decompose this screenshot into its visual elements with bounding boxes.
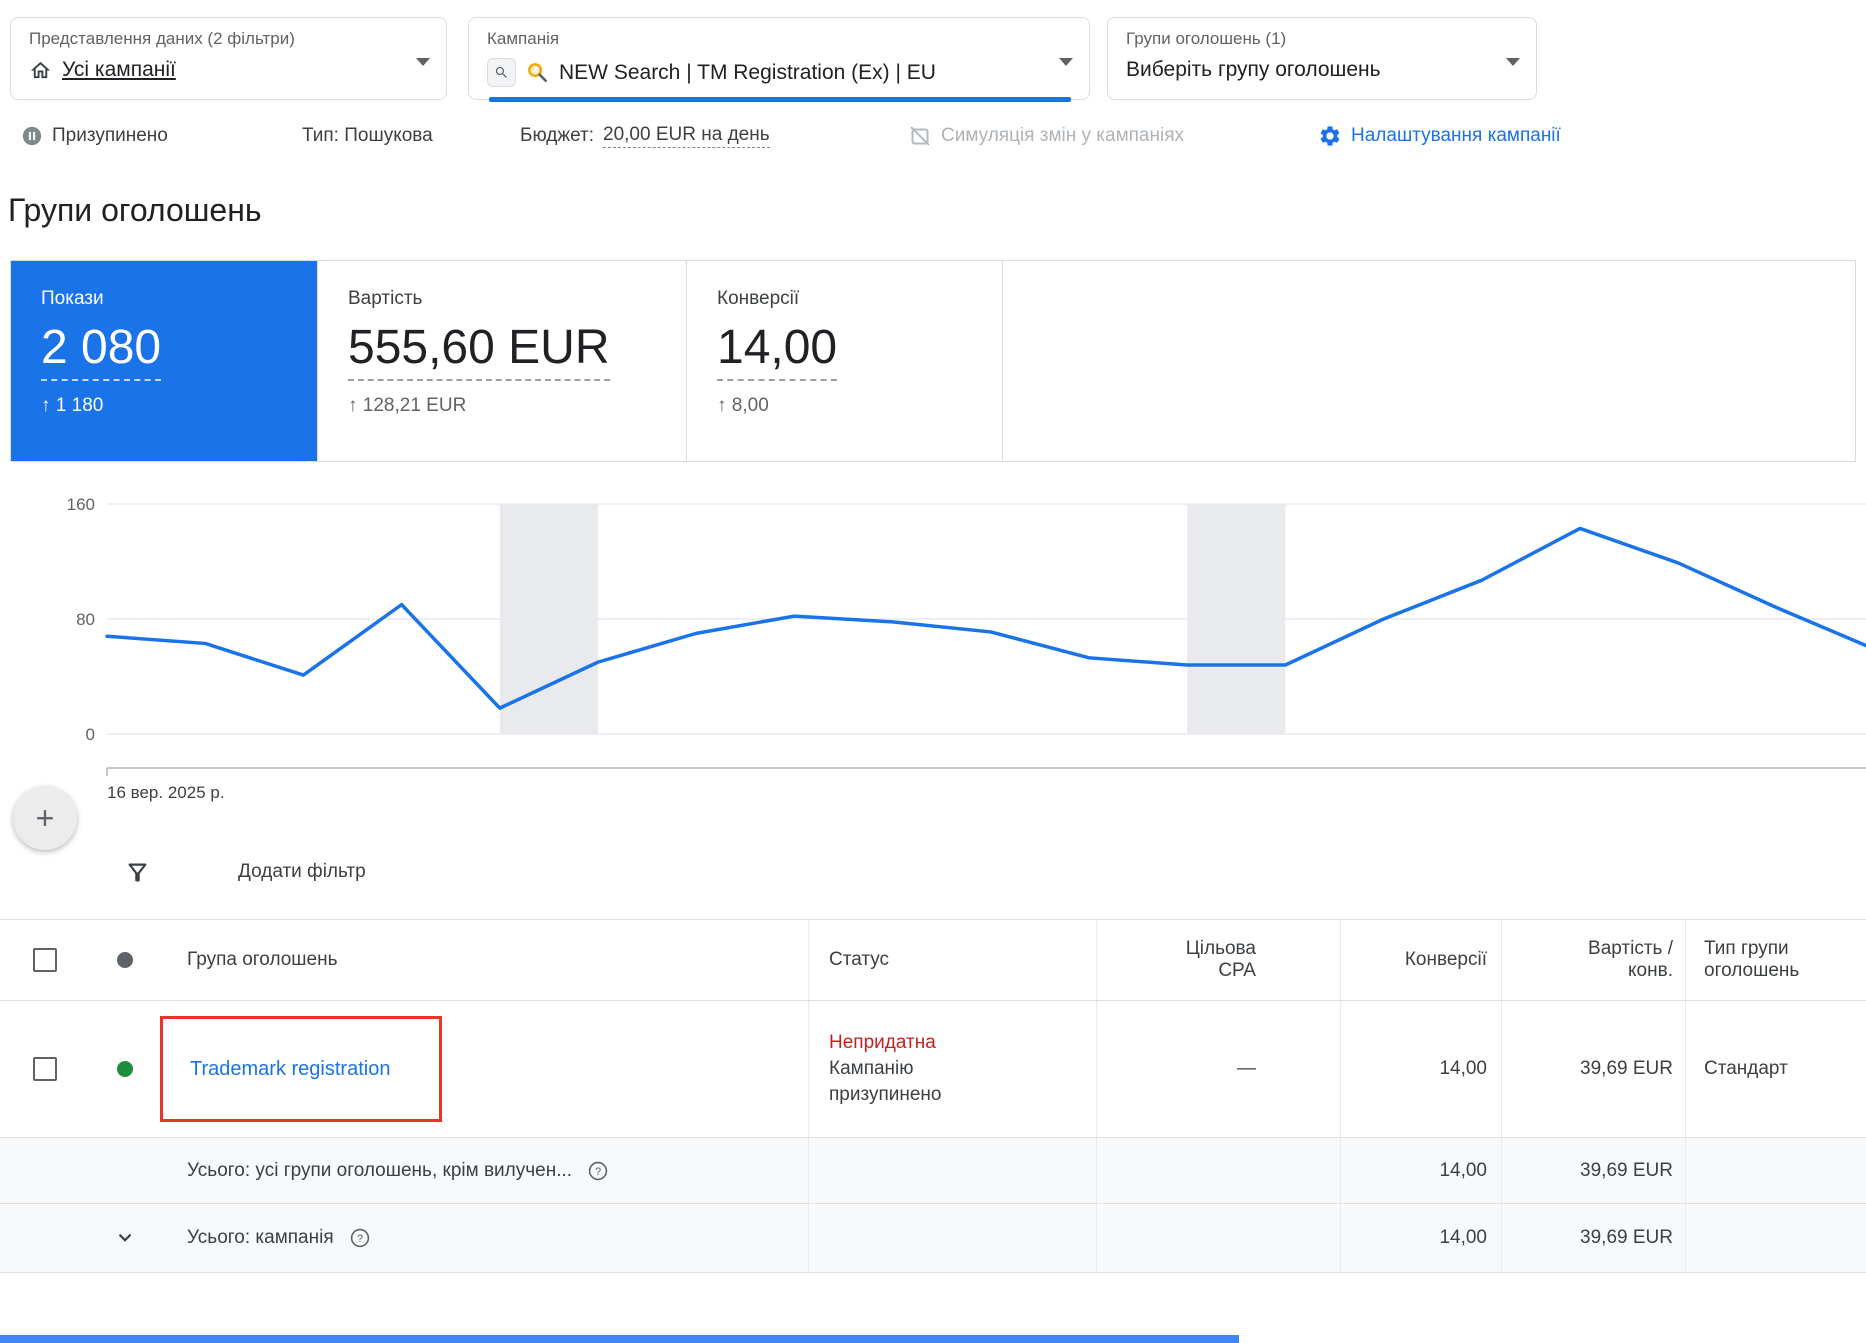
header-target-cpa[interactable]: Цільова CPA	[1097, 920, 1341, 1000]
campaign-label: Кампанія	[487, 29, 1071, 49]
campaign-type-label: Тип: Пошукова	[302, 125, 433, 147]
campaign-value: NEW Search | TM Registration (Ex) | EU	[559, 61, 936, 85]
ad-group-label: Групи оголошень (1)	[1126, 29, 1518, 49]
simulate-changes-label: Симуляція змін у кампаніях	[941, 125, 1184, 147]
scorecard-cost[interactable]: Вартість 555,60 EUR ↑ 128,21 EUR	[317, 261, 686, 461]
scorecard-conversions[interactable]: Конверсії 14,00 ↑ 8,00	[686, 261, 1002, 461]
bottom-blue-bar	[0, 1335, 1239, 1343]
header-conversions[interactable]: Конверсії	[1341, 920, 1502, 1000]
trend-chart-svg: 0 80 160 16 вер. 2025 р.	[0, 480, 1866, 815]
gear-icon	[1318, 124, 1342, 148]
scorecard-label: Вартість	[348, 288, 656, 310]
annotation-red-box: Trademark registration	[160, 1016, 442, 1122]
page-title: Групи оголошень	[8, 192, 262, 229]
header-ad-group-type[interactable]: Тип групи оголошень	[1686, 920, 1866, 1000]
cell-ad-group-type: Стандарт	[1686, 1001, 1866, 1137]
select-all-checkbox[interactable]	[33, 948, 57, 972]
table-row: Trademark registration Непридатна Кампан…	[0, 1001, 1866, 1138]
simulate-changes-button[interactable]: Симуляція змін у кампаніях	[908, 120, 1184, 152]
campaign-state-label: Призупинено	[52, 125, 168, 147]
total-conversions: 14,00	[1341, 1204, 1502, 1272]
campaign-status-bar: Призупинено Тип: Пошукова Бюджет: 20,00 …	[0, 120, 1866, 152]
add-filter-button[interactable]: Додати фільтр	[238, 861, 366, 883]
ad-groups-table: Група оголошень Статус Цільова CPA Конве…	[0, 919, 1866, 1273]
header-cost-per-conversion[interactable]: Вартість / конв.	[1502, 920, 1686, 1000]
y-tick-label: 0	[86, 725, 95, 744]
cell-cost-per-conversion: 39,69 EUR	[1502, 1001, 1686, 1137]
help-icon[interactable]: ?	[350, 1228, 370, 1248]
header-status[interactable]: Статус	[809, 920, 1097, 1000]
header-ad-group[interactable]: Група оголошень	[160, 920, 809, 1000]
scorecard-label: Покази	[41, 288, 287, 310]
campaign-budget: Бюджет: 20,00 EUR на день	[520, 120, 770, 152]
scorecard-value: 2 080	[41, 320, 287, 381]
scorecard-value: 14,00	[717, 320, 972, 381]
cell-target-cpa: —	[1097, 1001, 1341, 1137]
scorecards-strip: Покази 2 080 ↑ 1 180 Вартість 555,60 EUR…	[10, 260, 1856, 462]
scorecard-impressions[interactable]: Покази 2 080 ↑ 1 180	[11, 261, 317, 461]
scorecard-empty-area	[1002, 261, 1855, 461]
total-conversions: 14,00	[1341, 1138, 1502, 1203]
y-tick-label: 160	[67, 495, 95, 514]
total-campaign-row: Усього: кампанія ? 14,00 39,69 EUR	[0, 1204, 1866, 1273]
enabled-status-dot-icon[interactable]	[117, 1061, 133, 1077]
campaign-state: Призупинено	[21, 120, 168, 152]
data-view-picker[interactable]: Представлення даних (2 фільтри) Усі камп…	[10, 17, 447, 100]
magnifier-icon	[526, 61, 549, 84]
status-not-eligible: Непридатна	[829, 1030, 979, 1056]
ad-group-picker[interactable]: Групи оголошень (1) Виберіть групу оголо…	[1107, 17, 1537, 100]
table-header-row: Група оголошень Статус Цільова CPA Конве…	[0, 919, 1866, 1001]
scorecard-delta: ↑ 8,00	[717, 395, 972, 417]
cell-conversions: 14,00	[1341, 1001, 1502, 1137]
svg-text:?: ?	[595, 1166, 601, 1178]
home-icon	[29, 59, 52, 82]
simulation-disabled-icon	[908, 124, 932, 148]
status-detail: Кампанію призупинено	[829, 1056, 979, 1108]
status-dot-header-icon[interactable]	[117, 952, 133, 968]
ad-group-value: Виберіть групу оголошень	[1126, 58, 1381, 82]
help-icon[interactable]: ?	[588, 1161, 608, 1181]
budget-label: Бюджет:	[520, 125, 594, 147]
search-campaign-type-icon	[487, 58, 516, 87]
data-view-label: Представлення даних (2 фільтри)	[29, 29, 428, 49]
row-checkbox[interactable]	[33, 1057, 57, 1081]
campaign-settings-label: Налаштування кампанії	[1351, 125, 1561, 147]
chevron-down-icon	[1506, 58, 1520, 66]
scorecard-delta: ↑ 1 180	[41, 395, 287, 417]
chevron-down-icon[interactable]	[114, 1227, 136, 1249]
scorecard-label: Конверсії	[717, 288, 972, 310]
total-campaign-label: Усього: кампанія	[187, 1227, 334, 1249]
total-all-ad-groups-row: Усього: усі групи оголошень, крім вилуче…	[0, 1138, 1866, 1204]
total-all-label: Усього: усі групи оголошень, крім вилуче…	[187, 1160, 572, 1182]
svg-text:?: ?	[357, 1233, 363, 1245]
ad-group-link[interactable]: Trademark registration	[190, 1058, 390, 1081]
pause-icon	[21, 125, 43, 147]
scorecard-delta: ↑ 128,21 EUR	[348, 395, 656, 417]
campaign-picker[interactable]: Кампанія NEW Search | TM Registration (E…	[468, 17, 1090, 100]
filter-funnel-icon[interactable]	[124, 859, 151, 886]
filter-bar: Додати фільтр	[0, 852, 1866, 892]
campaign-settings-link[interactable]: Налаштування кампанії	[1318, 120, 1561, 152]
performance-trend-chart: 0 80 160 16 вер. 2025 р.	[0, 480, 1866, 815]
total-cost-per-conversion: 39,69 EUR	[1502, 1204, 1686, 1272]
chevron-down-icon	[1059, 58, 1073, 66]
add-fab-button[interactable]: +	[13, 786, 77, 850]
total-cost-per-conversion: 39,69 EUR	[1502, 1138, 1686, 1203]
chevron-down-icon	[416, 58, 430, 66]
budget-value[interactable]: 20,00 EUR на день	[603, 124, 770, 148]
data-view-value: Усі кампанії	[62, 58, 176, 82]
plus-icon: +	[36, 800, 55, 837]
x-axis-date-label: 16 вер. 2025 р.	[107, 783, 225, 802]
y-tick-label: 80	[76, 610, 95, 629]
scorecard-value: 555,60 EUR	[348, 320, 656, 381]
campaign-type: Тип: Пошукова	[302, 120, 433, 152]
